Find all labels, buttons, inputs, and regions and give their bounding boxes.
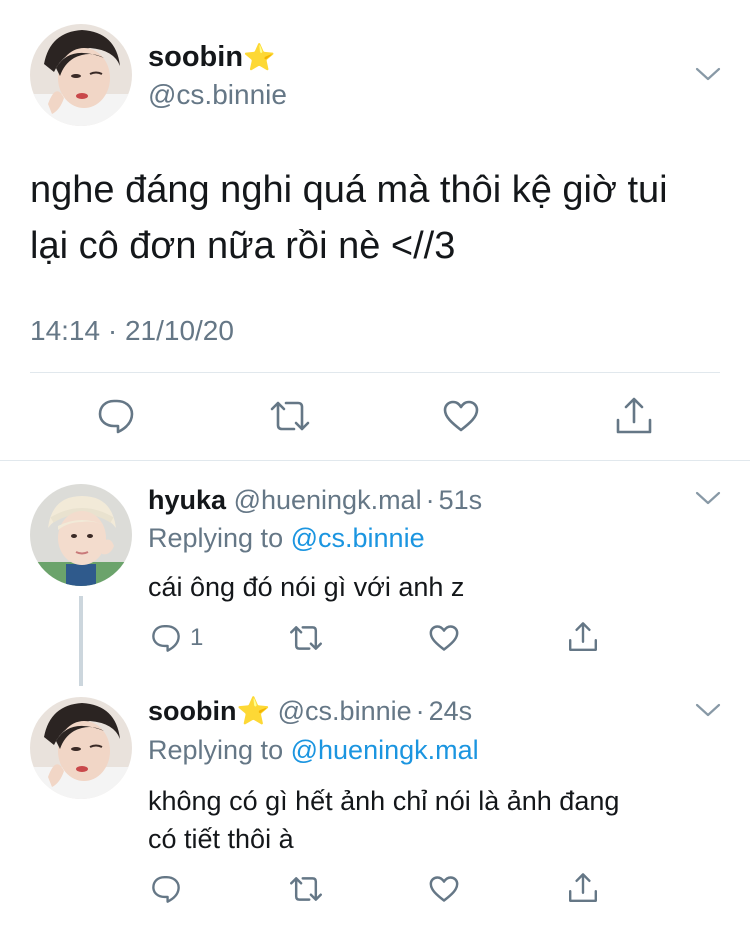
separator-dot: · (425, 485, 435, 515)
reply-text-line: có tiết thôi à (148, 824, 294, 854)
author-handle[interactable]: @cs.binnie (148, 78, 287, 112)
author-handle[interactable]: @hueningk.mal (234, 485, 422, 515)
relative-time[interactable]: 24s (429, 696, 473, 726)
reply-icon[interactable] (151, 874, 181, 904)
share-icon[interactable] (567, 872, 599, 904)
replying-to-link[interactable]: @hueningk.mal (291, 735, 479, 765)
reply-icon[interactable] (151, 623, 181, 653)
avatar[interactable] (30, 697, 132, 799)
retweet-icon[interactable] (268, 399, 312, 433)
reply-text: không có gì hết ảnh chỉ nói là ảnh đang … (148, 782, 619, 858)
author-handle[interactable]: @cs.binnie (278, 696, 412, 726)
star-emoji: ⭐ (243, 42, 276, 72)
avatar-image (30, 697, 132, 799)
retweet-icon[interactable] (288, 875, 324, 903)
display-name[interactable]: soobin (148, 696, 237, 726)
section-divider (0, 460, 750, 461)
replying-to-label: Replying to (148, 735, 284, 765)
avatar[interactable] (30, 24, 132, 126)
share-icon[interactable] (614, 396, 654, 436)
display-name: soobin (148, 41, 244, 73)
tweet-timestamp[interactable]: 14:14 · 21/10/20 (30, 314, 234, 348)
separator-dot: · (415, 696, 425, 726)
reply-count: 1 (190, 624, 204, 651)
reply-text: cái ông đó nói gì với anh z (148, 572, 465, 602)
star-emoji: ⭐ (236, 696, 271, 726)
chevron-down-icon[interactable] (695, 702, 721, 718)
replying-to-label: Replying to (148, 523, 284, 553)
avatar[interactable] (30, 484, 132, 586)
retweet-icon[interactable] (288, 624, 324, 652)
reply-header: hyuka @hueningk.mal · 51s (148, 484, 482, 516)
relative-time[interactable]: 51s (439, 485, 483, 515)
chevron-down-icon[interactable] (695, 66, 721, 82)
chevron-down-icon[interactable] (695, 490, 721, 506)
reply-header: soobin⭐ @cs.binnie · 24s (148, 695, 472, 727)
like-icon[interactable] (428, 875, 460, 903)
reply-icon[interactable] (97, 397, 135, 435)
replying-to-link[interactable]: @cs.binnie (291, 523, 425, 553)
display-name[interactable]: hyuka (148, 485, 226, 515)
replying-to: Replying to @cs.binnie (148, 522, 425, 554)
replying-to: Replying to @hueningk.mal (148, 734, 479, 766)
divider (30, 372, 720, 373)
thread-line (79, 596, 83, 686)
author-name[interactable]: soobin⭐ (148, 40, 275, 74)
like-icon[interactable] (428, 624, 460, 652)
tweet-text-line: nghe đáng nghi quá mà thôi kệ giờ tui (30, 169, 668, 211)
avatar-image (30, 484, 132, 586)
reply-text-line: không có gì hết ảnh chỉ nói là ảnh đang (148, 786, 620, 816)
like-icon[interactable] (442, 399, 480, 433)
tweet-text: nghe đáng nghi quá mà thôi kệ giờ tui lạ… (30, 162, 668, 274)
tweet-text-line: lại cô đơn nữa rồi nè <//3 (30, 225, 456, 267)
avatar-image (30, 24, 132, 126)
share-icon[interactable] (567, 621, 599, 653)
